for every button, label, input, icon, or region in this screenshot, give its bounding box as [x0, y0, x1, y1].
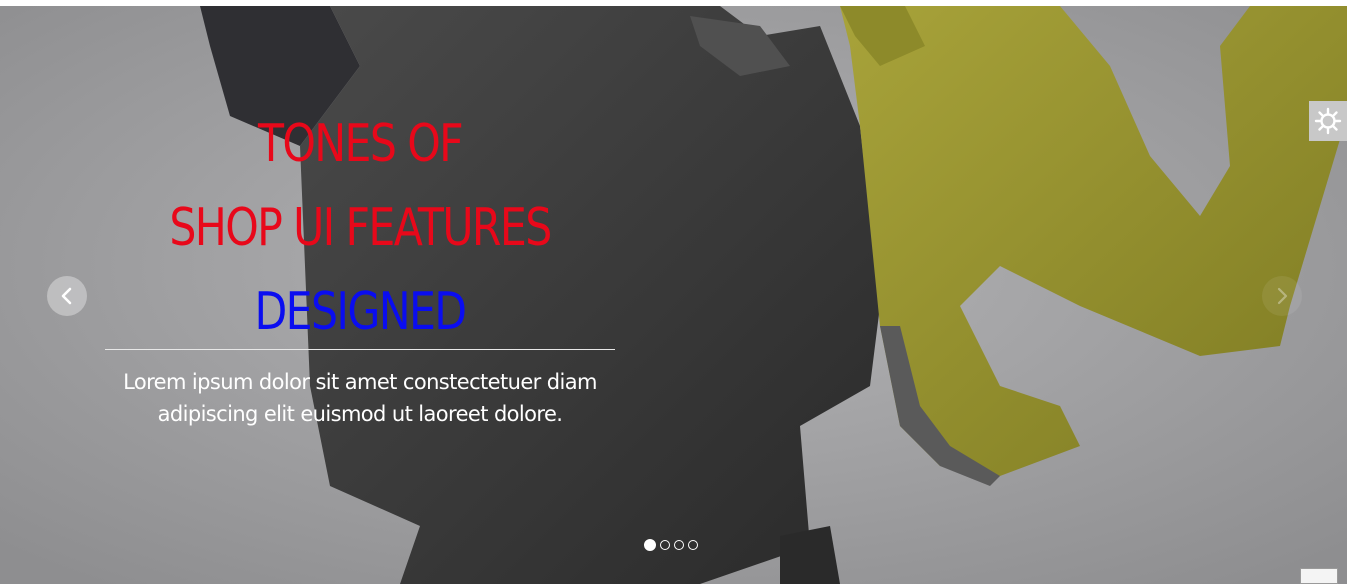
gear-icon [1314, 107, 1342, 135]
hero-slider: TONES OF SHOP UI FEATURES DESIGNED Lorem… [0, 6, 1347, 584]
corner-widget[interactable] [1300, 568, 1338, 584]
pagination-dot-1[interactable] [644, 539, 656, 551]
settings-button[interactable] [1309, 101, 1347, 141]
slide-pagination [644, 539, 698, 551]
next-slide-button[interactable] [1262, 276, 1302, 316]
headline-line-1: TONES OF [257, 114, 464, 174]
prev-slide-button[interactable] [47, 276, 87, 316]
chevron-left-icon [61, 287, 72, 305]
hero-description: Lorem ipsum dolor sit amet constectetuer… [123, 370, 597, 426]
pagination-dot-4[interactable] [688, 540, 698, 550]
caption-divider [105, 349, 615, 350]
pagination-dot-2[interactable] [660, 540, 670, 550]
pagination-dot-3[interactable] [674, 540, 684, 550]
headline-line-3: DESIGNED [254, 282, 467, 342]
hero-caption: TONES OF SHOP UI FEATURES DESIGNED [105, 102, 615, 354]
chevron-right-icon [1277, 287, 1288, 305]
headline-line-2: SHOP UI FEATURES [169, 198, 552, 258]
